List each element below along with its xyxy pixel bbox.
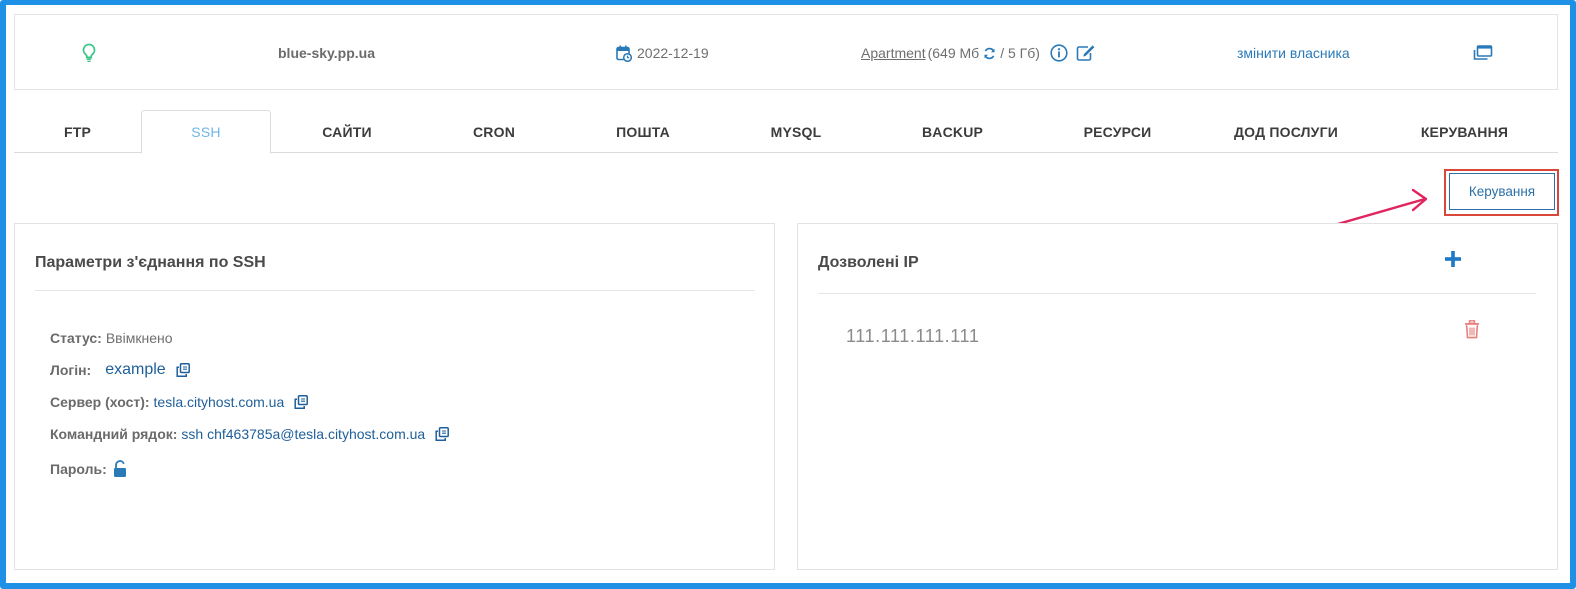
expiry-date: 2022-12-19	[616, 15, 709, 91]
tab-mail[interactable]: ПОШТА	[565, 110, 721, 153]
change-owner-link[interactable]: змінити власника	[1237, 15, 1350, 91]
login-value: example	[105, 361, 166, 378]
login-label: Логін:	[50, 362, 92, 378]
info-icon[interactable]	[1050, 44, 1068, 62]
plan-usage-close: / 5 Гб)	[1000, 45, 1040, 61]
trash-icon[interactable]	[1464, 320, 1480, 344]
status-value: Ввімкнено	[105, 330, 173, 346]
refresh-icon[interactable]	[983, 47, 996, 60]
add-ip-plus-icon[interactable]	[1444, 250, 1462, 273]
login-row: Логін: example	[50, 354, 449, 386]
tab-ftp[interactable]: FTP	[14, 110, 141, 153]
password-label: Пароль:	[50, 461, 107, 477]
password-row: Пароль:	[50, 450, 449, 488]
status-label: Статус:	[50, 330, 102, 346]
manage-button[interactable]: Керування	[1449, 173, 1555, 210]
section-tabs: FTP SSH САЙТИ CRON ПОШТА MYSQL BACKUP РЕ…	[14, 110, 1558, 154]
server-row: Сервер (хост): tesla.cityhost.com.ua	[50, 386, 449, 418]
ip-address: 111.111.111.111	[846, 326, 980, 346]
status-row: Статус: Ввімкнено	[50, 322, 449, 354]
copy-icon[interactable]	[294, 395, 309, 409]
unlock-icon[interactable]	[113, 460, 127, 478]
tab-management[interactable]: КЕРУВАННЯ	[1371, 110, 1558, 153]
copy-icon[interactable]	[176, 363, 190, 377]
domain-name: blue-sky.pp.ua	[278, 45, 375, 61]
date-text: 2022-12-19	[637, 45, 709, 61]
command-row: Командний рядок: ssh chf463785a@tesla.ci…	[50, 418, 450, 450]
calendar-icon	[616, 45, 632, 62]
ip-panel-title: Дозволені IP	[818, 254, 919, 271]
lightbulb-icon	[81, 15, 97, 91]
ssh-panel-title: Параметри з'єднання по SSH	[35, 254, 266, 271]
command-value[interactable]: ssh chf463785a@tesla.cityhost.com.ua	[181, 426, 425, 442]
plan-usage-open: (649 Мб	[927, 45, 980, 61]
tab-sites[interactable]: САЙТИ	[271, 110, 423, 153]
ssh-params-panel: Параметри з'єднання по SSH Статус: Ввімк…	[14, 223, 775, 570]
edit-icon[interactable]	[1076, 44, 1096, 62]
allowed-ip-panel: Дозволені IP 111.111.111.111	[797, 223, 1558, 570]
tab-resources[interactable]: РЕСУРСИ	[1034, 110, 1201, 153]
ssh-params-list: Статус: Ввімкнено Логін: example Сервер …	[50, 322, 450, 488]
plan-info: Apartment (649 Мб / 5 Гб)	[861, 15, 1096, 91]
tab-mysql[interactable]: MYSQL	[721, 110, 871, 153]
plan-name-link[interactable]: Apartment	[861, 45, 926, 61]
server-label: Сервер (хост):	[50, 394, 150, 410]
copy-icon[interactable]	[435, 427, 450, 441]
hosting-info-bar: blue-sky.pp.ua 2022-12-19 Apartment (649…	[14, 14, 1558, 90]
windows-icon[interactable]	[1473, 15, 1493, 91]
divider	[35, 290, 755, 291]
server-value[interactable]: tesla.cityhost.com.ua	[154, 394, 285, 410]
command-label: Командний рядок:	[50, 426, 178, 442]
tab-extra-services[interactable]: ДОД ПОСЛУГИ	[1201, 110, 1371, 153]
tab-ssh[interactable]: SSH	[141, 110, 271, 154]
tab-cron[interactable]: CRON	[423, 110, 565, 153]
divider	[818, 293, 1536, 294]
tab-backup[interactable]: BACKUP	[871, 110, 1034, 153]
